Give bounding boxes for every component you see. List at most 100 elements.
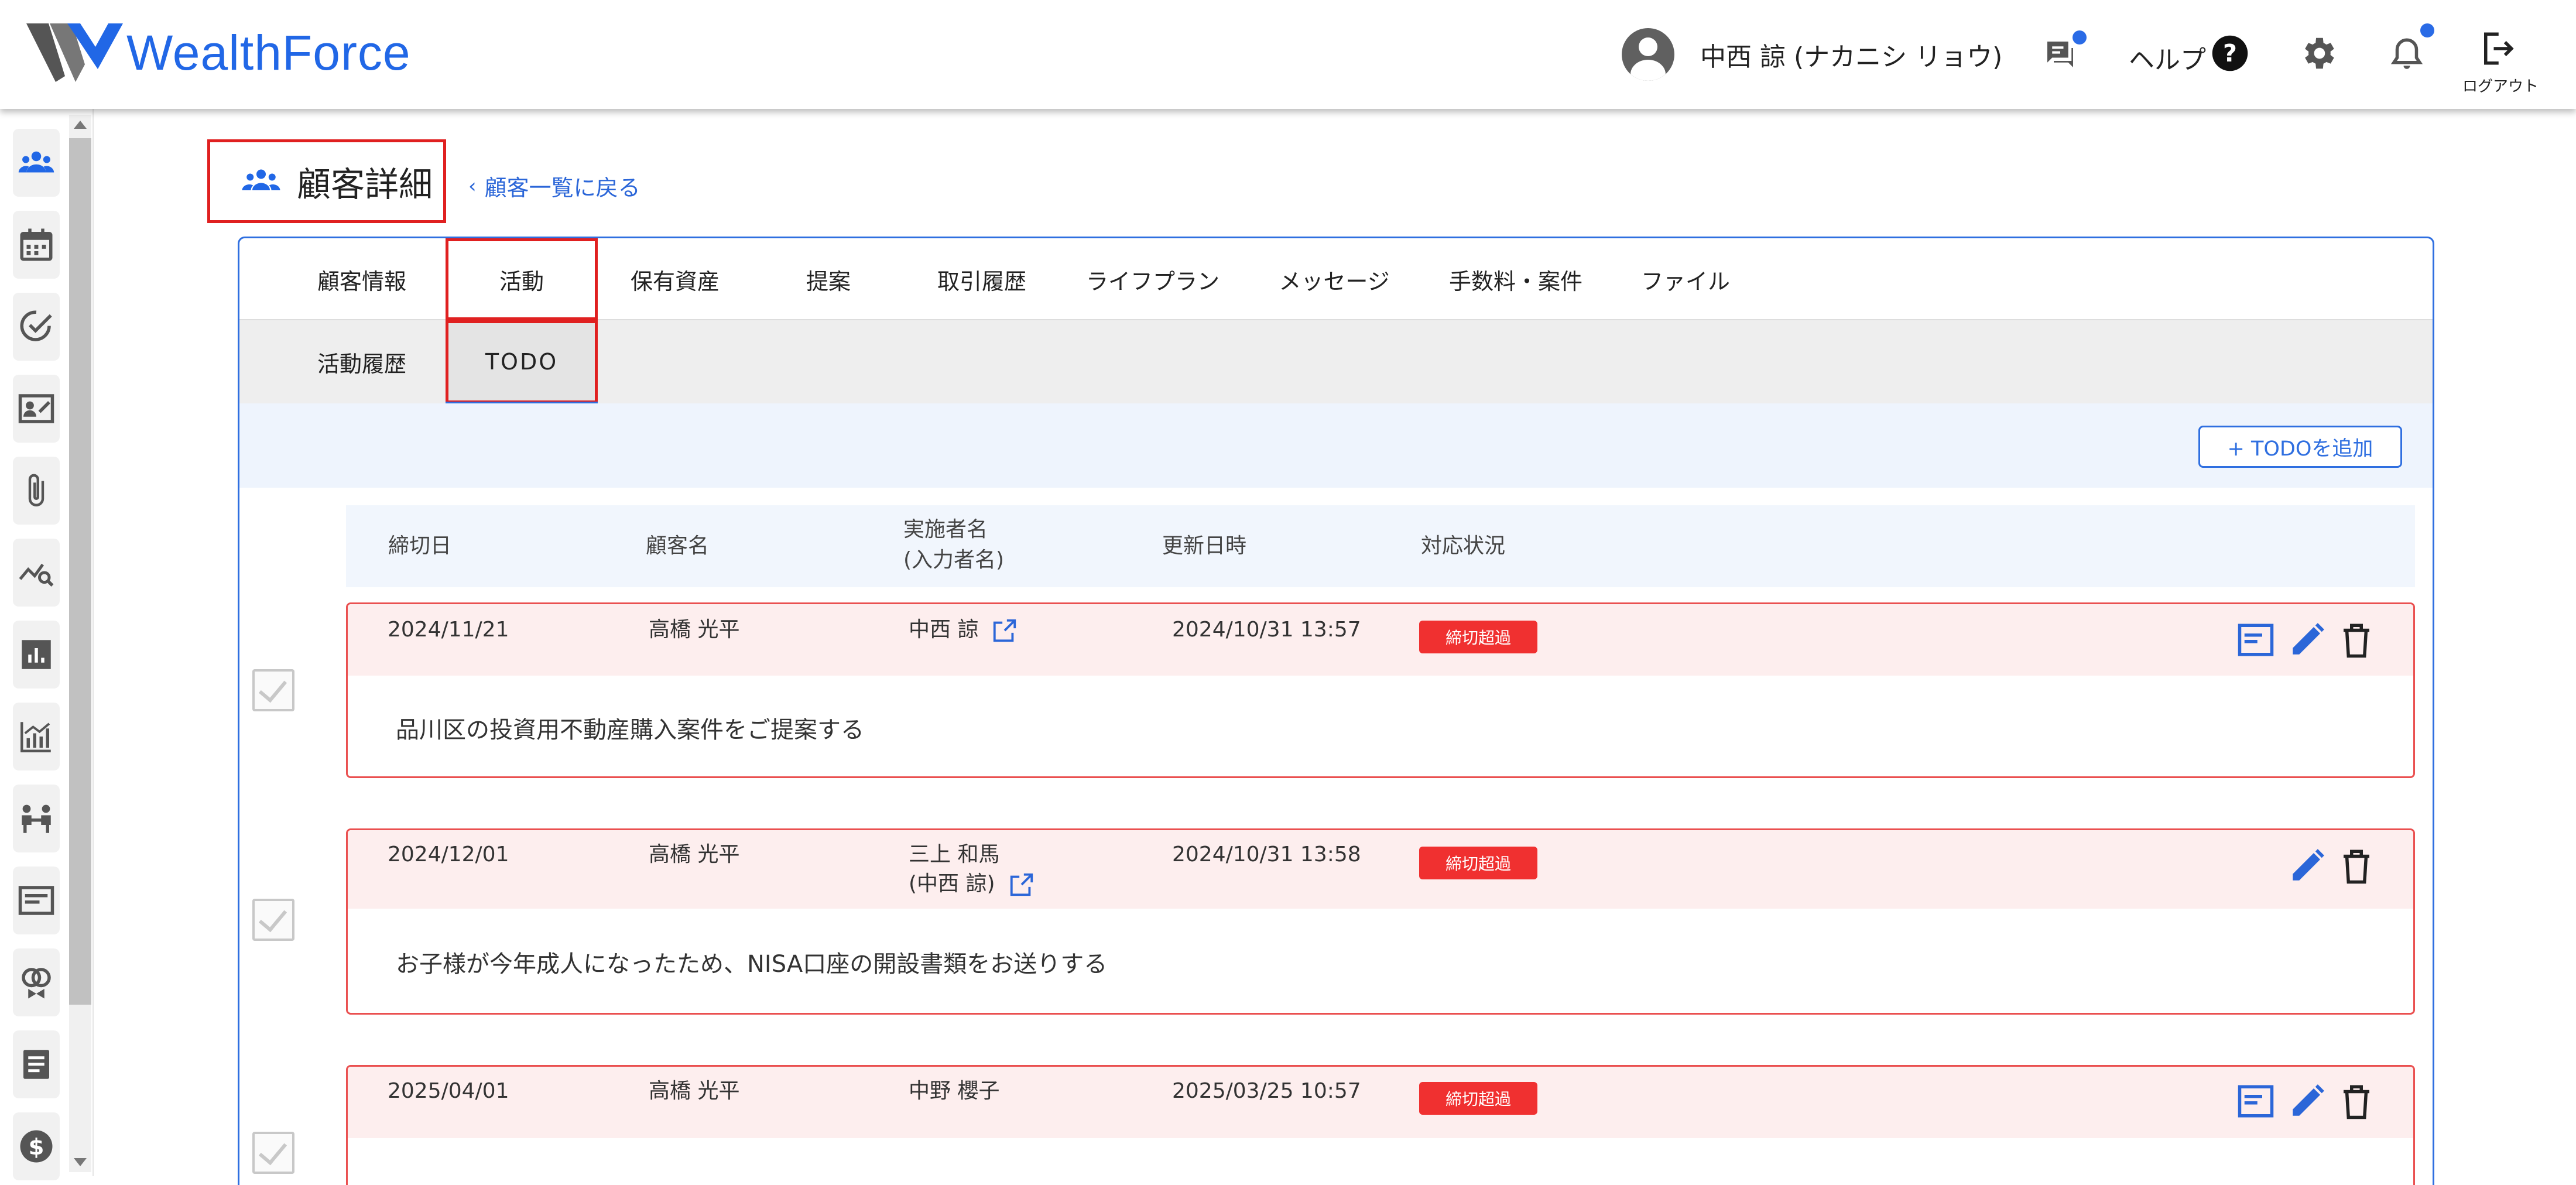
logo-text: WealthForce: [126, 25, 411, 80]
detail-icon[interactable]: [2236, 1082, 2275, 1121]
page-title: 顧客詳細: [297, 164, 433, 204]
todo-input-by-name: (中西 諒): [909, 872, 995, 896]
sidebar-item-analytics[interactable]: [13, 703, 60, 770]
scroll-up-icon[interactable]: [74, 121, 87, 129]
user-name: 中西 諒 (ナカニシ リョウ): [1700, 42, 2003, 72]
svg-text:?: ?: [2223, 39, 2237, 67]
paperclip-icon: [28, 474, 44, 506]
tab-files[interactable]: ファイル: [1609, 238, 1762, 320]
todo-deadline: 2025/04/01: [388, 1079, 509, 1103]
header-updated: 更新日時: [1162, 534, 1247, 558]
sidebar-item-reports[interactable]: [13, 621, 60, 689]
help-label[interactable]: ヘルプ: [2129, 39, 2206, 76]
external-link-icon[interactable]: [1008, 871, 1035, 898]
logout-icon[interactable]: [2478, 29, 2516, 68]
message-card-icon: [18, 886, 54, 915]
header-status: 対応状況: [1421, 534, 1506, 558]
header-customer: 顧客名: [646, 534, 710, 558]
sidebar-item-messages[interactable]: [13, 867, 60, 934]
dollar-icon: $: [20, 1130, 53, 1163]
todo-input-by: (中西 諒): [909, 869, 1035, 899]
sub-tabs: 活動履歴 TODO: [239, 320, 2433, 405]
todo-updated: 2025/03/25 10:57: [1172, 1079, 1361, 1103]
document-icon: [23, 1050, 49, 1079]
todo-complete-checkbox[interactable]: [252, 1132, 294, 1174]
user-menu[interactable]: 中西 諒 (ナカニシ リョウ): [1622, 26, 2002, 83]
sidebar-item-contacts[interactable]: [13, 375, 60, 443]
tab-transactions[interactable]: 取引履歴: [906, 238, 1058, 320]
sidebar-item-analysis[interactable]: [13, 539, 60, 607]
logo[interactable]: WealthForce: [26, 23, 411, 82]
chat-notification-dot: [2073, 30, 2087, 44]
contact-card-icon: [18, 394, 54, 423]
analytics-icon: [20, 722, 51, 752]
check-circle-icon: [20, 310, 52, 341]
logout-label[interactable]: ログアウト: [2462, 74, 2539, 96]
tab-lifeplan[interactable]: ライフプラン: [1065, 238, 1241, 320]
tab-holdings[interactable]: 保有資産: [599, 238, 751, 320]
trash-icon[interactable]: [2337, 621, 2376, 659]
sidebar-item-documents[interactable]: [13, 1030, 60, 1098]
subtab-todo[interactable]: TODO: [446, 320, 598, 405]
detail-icon[interactable]: [2236, 621, 2275, 659]
todo-customer: 高橋 光平: [649, 1079, 740, 1103]
tab-fees-cases[interactable]: 手数料・案件: [1422, 238, 1609, 320]
status-badge: 締切超過: [1419, 1082, 1537, 1115]
sidebar-item-customers[interactable]: [13, 129, 60, 197]
page-title-box: 顧客詳細: [207, 139, 446, 223]
tab-activity[interactable]: 活動: [446, 238, 598, 320]
subtab-activity-history[interactable]: 活動履歴: [300, 320, 423, 403]
sidebar-item-fees[interactable]: $: [13, 1112, 60, 1180]
gear-icon[interactable]: [2297, 33, 2338, 74]
todo-customer: 高橋 光平: [649, 618, 740, 642]
todo-deadline: 2024/11/21: [388, 618, 509, 642]
scroll-down-icon[interactable]: [74, 1158, 87, 1166]
todo-row: 2024/12/01 高橋 光平 三上 和馬 (中西 諒) 2024/10/31…: [346, 828, 2415, 1015]
back-link-label: 顧客一覧に戻る: [484, 175, 640, 201]
status-badge: 締切超過: [1419, 621, 1537, 653]
todo-deadline: 2024/12/01: [388, 842, 509, 867]
bell-notification-dot: [2420, 23, 2434, 37]
todo-updated: 2024/10/31 13:58: [1172, 842, 1361, 867]
todo-assignee-name: 中野 櫻子: [909, 1079, 1000, 1103]
customers-icon: [18, 151, 54, 173]
sidebar-item-calendar[interactable]: [13, 211, 60, 279]
edit-icon[interactable]: [2288, 621, 2327, 659]
status-badge: 締切超過: [1419, 847, 1537, 879]
bell-icon[interactable]: [2387, 34, 2426, 75]
meeting-icon: [22, 804, 51, 833]
sidebar-item-products[interactable]: [13, 948, 60, 1016]
todo-complete-checkbox[interactable]: [252, 899, 294, 941]
app-header: WealthForce 中西 諒 (ナカニシ リョウ) ヘルプ ? ログアウト: [0, 0, 2576, 109]
todo-assignee: 中西 諒: [909, 615, 1018, 645]
bar-report-icon: [22, 640, 51, 669]
customers-title-icon: [242, 169, 280, 190]
todo-assignee-name: 三上 和馬: [909, 842, 1000, 867]
calendar-icon: [20, 228, 53, 261]
main-tabs: 顧客情報 活動 保有資産 提案 取引履歴 ライフプラン メッセージ 手数料・案件…: [239, 238, 2433, 320]
todo-description: お子様が今年成人になったため、NISA口座の開設書類をお送りする: [396, 951, 1108, 978]
tab-messages[interactable]: メッセージ: [1246, 238, 1422, 320]
sidebar-item-attachments[interactable]: [13, 457, 60, 525]
trash-icon[interactable]: [2337, 847, 2376, 885]
chart-search-icon: [19, 563, 54, 587]
header-assignee-sub: (入力者名): [903, 548, 1005, 572]
edit-icon[interactable]: [2288, 1082, 2327, 1121]
sidebar-item-meetings[interactable]: [13, 785, 60, 852]
trash-icon[interactable]: [2337, 1082, 2376, 1121]
tab-proposals[interactable]: 提案: [752, 238, 905, 320]
help-icon[interactable]: ?: [2211, 34, 2249, 73]
svg-text:$: $: [29, 1134, 44, 1160]
todo-customer: 高橋 光平: [649, 842, 740, 867]
todo-complete-checkbox[interactable]: [252, 669, 294, 711]
header-deadline: 締切日: [388, 534, 452, 558]
add-todo-button[interactable]: + TODOを追加: [2198, 426, 2402, 468]
tab-customer-info[interactable]: 顧客情報: [300, 238, 423, 320]
back-to-list-link[interactable]: ‹ 顧客一覧に戻る: [468, 170, 640, 202]
scrollbar-thumb[interactable]: [69, 138, 91, 1005]
sidebar-scrollbar[interactable]: [69, 115, 91, 1172]
edit-icon[interactable]: [2288, 847, 2327, 885]
header-assignee: 実施者名: [903, 518, 988, 542]
external-link-icon[interactable]: [991, 617, 1018, 644]
sidebar-item-tasks[interactable]: [13, 293, 60, 361]
